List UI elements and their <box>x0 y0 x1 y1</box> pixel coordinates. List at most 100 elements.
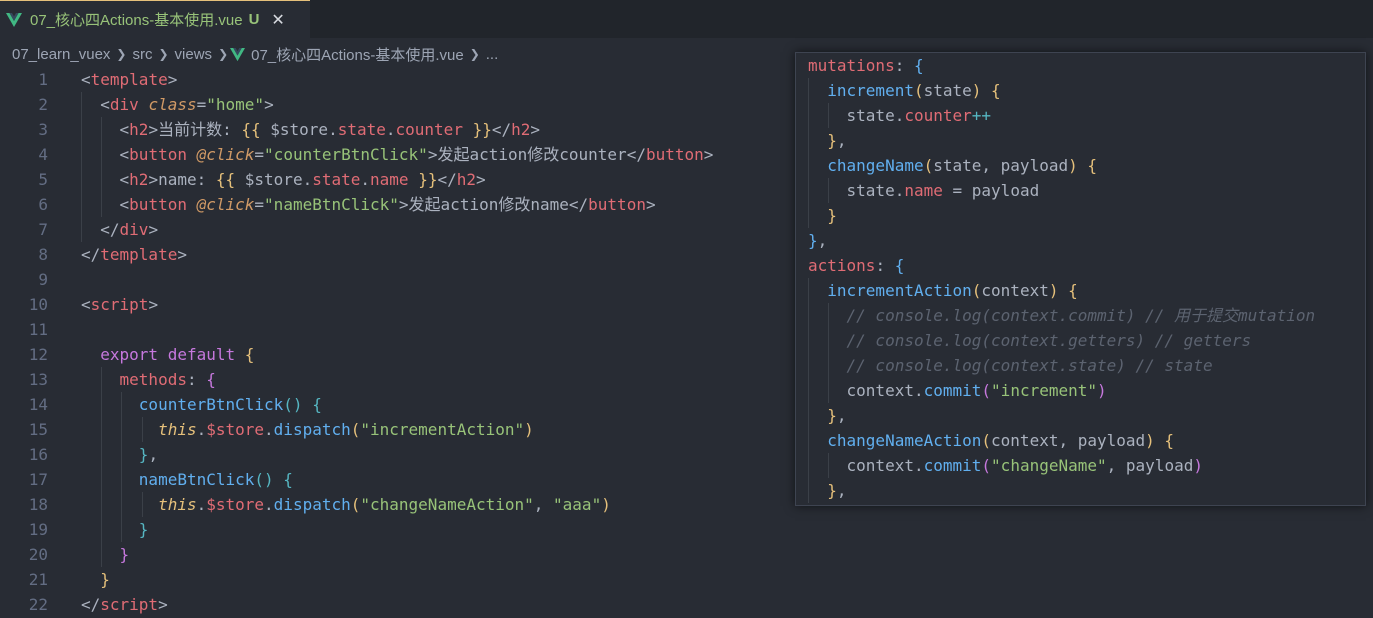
indent-guide <box>828 178 829 203</box>
code-token: "aaa" <box>553 495 602 514</box>
indent-guide <box>101 467 102 492</box>
code-token: ) <box>1068 156 1078 175</box>
code-token: state <box>846 106 895 125</box>
line-number: 12 <box>28 345 48 364</box>
code-token: ) <box>1145 431 1155 450</box>
code-token: methods <box>119 370 187 389</box>
code-token: h2 <box>511 120 531 139</box>
code-token: , <box>148 445 159 464</box>
code-line: increment(state) { <box>808 78 1315 103</box>
indent-guide <box>121 492 122 517</box>
code-token: context <box>846 456 914 475</box>
indent-guide <box>81 167 82 192</box>
indent-guide <box>808 353 809 378</box>
code-token: > <box>645 195 656 214</box>
code-token: state <box>846 181 895 200</box>
indent-guide <box>121 417 122 442</box>
code-token: < <box>119 145 130 164</box>
indent-guide <box>808 278 809 303</box>
code-token: div <box>119 220 149 239</box>
code-token: } <box>827 406 837 425</box>
code-line: // console.log(context.state) // state <box>808 353 1315 378</box>
code-token: h2 <box>456 170 476 189</box>
code-token: { <box>235 345 255 364</box>
line-number: 11 <box>28 320 48 339</box>
code-token: </ <box>568 195 589 214</box>
code-token: 发起action修改counter <box>437 145 627 164</box>
indent-guide <box>808 303 809 328</box>
indent-guide <box>808 78 809 103</box>
code-token: > <box>427 145 438 164</box>
code-token: > <box>177 245 187 264</box>
breadcrumb-item[interactable]: 07_learn_vuex <box>12 46 110 63</box>
code-token: </ <box>491 120 512 139</box>
code-line: changeNameAction(context, payload) { <box>808 428 1315 453</box>
code-token: script <box>90 295 149 314</box>
indent-guide <box>828 303 829 328</box>
indent-guide <box>121 392 122 417</box>
indent-guide <box>808 128 809 153</box>
indent-guide <box>808 103 809 128</box>
code-token: nameBtnClick <box>138 470 255 489</box>
code-line: state.name = payload <box>808 178 1315 203</box>
close-icon[interactable]: ✕ <box>271 10 284 29</box>
code-token: < <box>81 295 91 314</box>
code-token: { <box>1154 431 1175 450</box>
code-token: . <box>264 495 274 514</box>
breadcrumb-item[interactable]: views <box>175 46 213 63</box>
code-token: name: <box>158 170 216 189</box>
code-token: < <box>119 195 130 214</box>
code-line: // console.log(context.getters) // gette… <box>808 328 1315 353</box>
code-token: . <box>913 456 924 475</box>
breadcrumb-item[interactable]: 07_核心四Actions-基本使用.vue <box>251 44 464 65</box>
code-line: nameBtnClick() { <box>81 467 713 492</box>
code-line: this.$store.dispatch("changeNameAction",… <box>81 492 713 517</box>
code-token: } <box>119 545 130 564</box>
code-line: state.counter++ <box>808 103 1315 128</box>
chevron-right-icon: ❯ <box>116 47 127 61</box>
indent-guide <box>142 417 143 442</box>
code-token: . <box>894 106 905 125</box>
code-token: state <box>923 81 972 100</box>
code-token: } <box>827 131 837 150</box>
code-token: this <box>158 495 197 514</box>
code-line: } <box>81 567 713 592</box>
editor-tab[interactable]: 07_核心四Actions-基本使用.vue U ✕ <box>0 0 310 38</box>
breadcrumb-item[interactable]: src <box>132 46 152 63</box>
code-token: < <box>119 170 130 189</box>
code-content[interactable]: <template> <div class="home"> <h2>当前计数: … <box>81 67 713 617</box>
code-line: <h2>name: {{ $store.state.name }}</h2> <box>81 167 713 192</box>
code-editor[interactable]: 1 2 3 4 5 6 7 8 9 10 11 12 13 14 15 16 1… <box>0 67 800 618</box>
code-token: . <box>302 170 313 189</box>
vue-file-icon <box>230 47 246 61</box>
code-token: } <box>808 231 818 250</box>
code-token: ) <box>1097 381 1107 400</box>
code-token: > <box>703 145 714 164</box>
breadcrumb-item[interactable]: ... <box>486 46 499 63</box>
code-token: "changeNameAction" <box>360 495 534 514</box>
code-token: 发起action修改name <box>408 195 569 214</box>
code-token: class <box>148 95 197 114</box>
code-token: , <box>533 495 554 514</box>
vue-file-icon <box>6 12 22 27</box>
code-token: () <box>283 395 303 414</box>
code-token: button <box>645 145 704 164</box>
code-token: commit <box>923 456 982 475</box>
indent-guide <box>808 403 809 428</box>
code-token: , <box>817 231 828 250</box>
code-token: "incrementAction" <box>360 420 525 439</box>
code-token: > <box>264 95 274 114</box>
code-token: ( <box>913 81 924 100</box>
line-number: 4 <box>38 145 48 164</box>
line-number: 6 <box>38 195 48 214</box>
code-token: h2 <box>129 120 149 139</box>
code-token: @click <box>186 195 255 214</box>
indent-guide <box>808 153 809 178</box>
code-token: "counterBtnClick" <box>264 145 428 164</box>
indent-guide <box>101 142 102 167</box>
code-line: <h2>当前计数: {{ $store.state.counter }}</h2… <box>81 117 713 142</box>
code-token: template <box>100 245 178 264</box>
code-token: { <box>981 81 1001 100</box>
code-token: } <box>827 481 837 500</box>
